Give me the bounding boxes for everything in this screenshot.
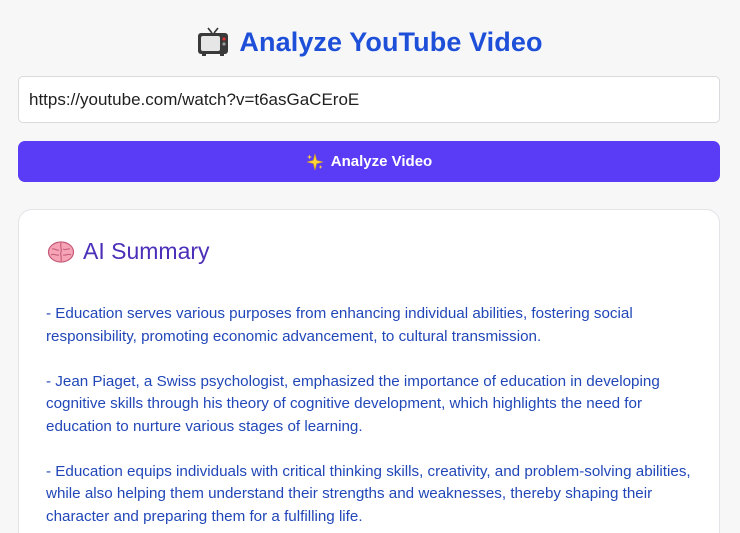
summary-title: AI Summary bbox=[83, 238, 210, 264]
analyze-video-label: Analyze Video bbox=[330, 153, 433, 170]
summary-point: - Education serves various purposes from… bbox=[46, 305, 633, 345]
page-title: Analyze YouTube Video bbox=[239, 26, 543, 57]
ai-summary-card: AI Summary - Education serves various pu… bbox=[18, 209, 720, 533]
youtube-url-input[interactable] bbox=[18, 76, 720, 123]
tv-icon bbox=[197, 27, 229, 57]
brain-icon bbox=[47, 240, 75, 264]
sparkle-icon bbox=[306, 153, 324, 171]
summary-point: - Education equips individuals with crit… bbox=[46, 462, 691, 525]
summary-text: - Education serves various purposes from… bbox=[46, 303, 696, 533]
analyze-video-button[interactable]: Analyze Video bbox=[18, 141, 720, 182]
summary-header: AI Summary bbox=[47, 238, 210, 265]
summary-point: - Jean Piaget, a Swiss psychologist, emp… bbox=[46, 372, 660, 435]
page: Analyze YouTube Video Analyze Video bbox=[0, 0, 740, 533]
page-header: Analyze YouTube Video bbox=[0, 24, 740, 60]
